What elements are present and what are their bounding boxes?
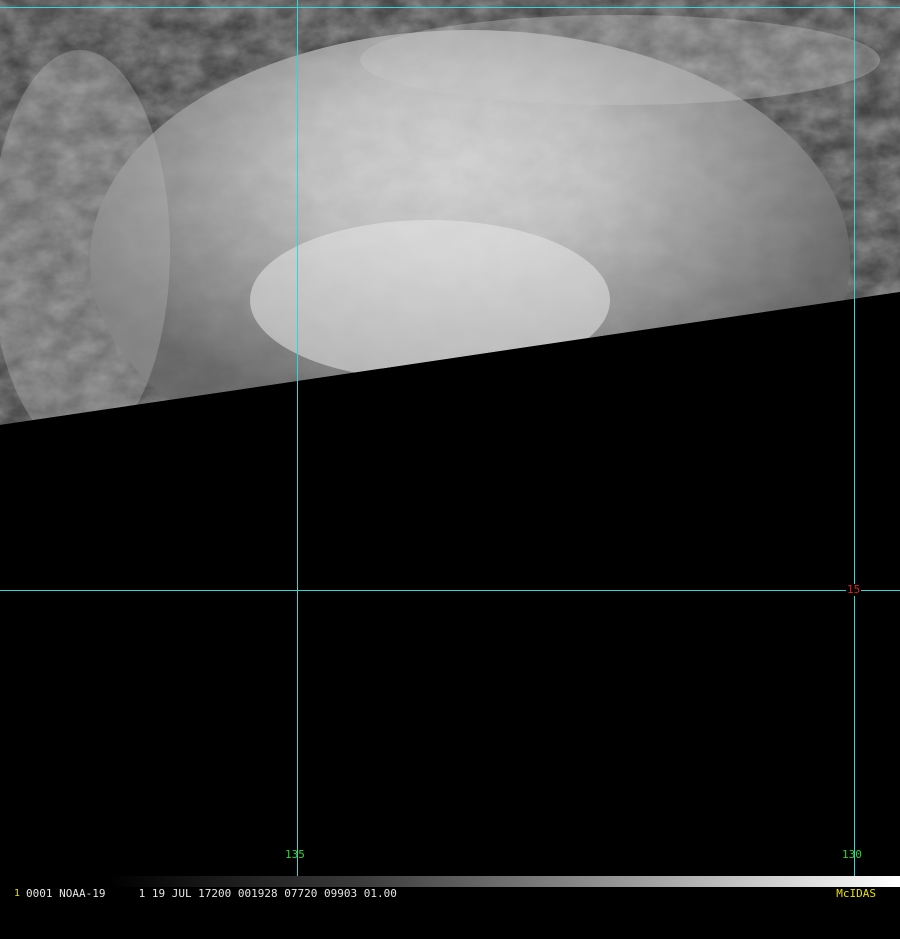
cloud-band-north: [360, 15, 880, 105]
latitude-label-15: 15: [846, 583, 862, 596]
longitude-line-130: [854, 0, 855, 876]
longitude-label-130: 130: [842, 848, 862, 861]
image-info-line: 1 0001 NOAA-19 1 19 JUL 17200 001928 077…: [0, 887, 900, 900]
top-border-line: [0, 7, 900, 8]
mcidas-brand-label: McIDAS: [836, 887, 876, 900]
frame-number: 1: [14, 888, 21, 899]
image-metadata-text: 0001 NOAA-19 1 19 JUL 17200 001928 07720…: [26, 887, 397, 900]
satellite-image-viewer: 135 130 15: [0, 0, 900, 900]
longitude-line-135: [297, 0, 298, 876]
satellite-cloud-imagery: [0, 0, 900, 900]
longitude-label-135: 135: [285, 848, 305, 861]
latitude-line-15: [0, 590, 900, 591]
